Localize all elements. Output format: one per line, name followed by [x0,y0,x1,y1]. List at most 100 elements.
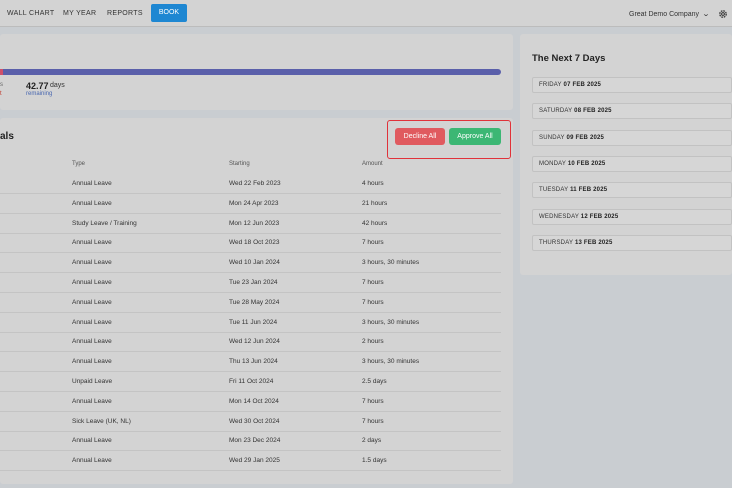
day-label: THURSDAY 13 FEB 2025 [539,240,613,246]
cell-amount: 21 hours [362,199,388,207]
day-date: 13 FEB 2025 [574,239,613,246]
table-row[interactable]: Annual Leave Tue 23 Jan 2024 7 hours [0,273,501,293]
day-weekday: MONDAY [539,160,566,167]
cell-type: Annual Leave [72,457,112,465]
day-label: FRIDAY 07 FEB 2025 [539,82,601,88]
day-date: 07 FEB 2025 [563,82,602,88]
cell-amount: 4 hours [362,180,384,187]
cell-starting: Wed 29 Jan 2025 [229,457,280,465]
day-item[interactable]: WEDNESDAY 12 FEB 2025 [532,208,732,225]
cell-starting: Wed 12 Jun 2024 [229,338,280,346]
approve-all-button[interactable]: Approve All [449,128,501,145]
day-date: 10 FEB 2025 [567,160,606,167]
cell-amount: 1.5 days [362,457,387,465]
cell-type: Annual Leave [72,279,112,286]
cell-amount: 7 hours [362,397,384,405]
day-date: 12 FEB 2025 [580,213,619,220]
day-item[interactable]: MONDAY 10 FEB 2025 [532,155,732,172]
cell-amount: 2 hours [362,338,384,346]
cell-type: Unpaid Leave [72,378,113,385]
column-header-starting: Starting [229,161,250,167]
cell-amount: 3 hours, 30 minutes [362,318,420,326]
table-row[interactable]: Annual Leave Mon 14 Oct 2024 7 hours [0,392,501,412]
allowance-progress-bar [0,69,501,75]
table-row[interactable]: Annual Leave Wed 22 Feb 2023 4 hours [0,174,501,194]
cell-starting: Wed 30 Oct 2024 [229,417,280,425]
column-header-amount: Amount [362,161,383,167]
day-label: WEDNESDAY 12 FEB 2025 [539,214,618,220]
table-row[interactable]: Annual Leave Mon 24 Apr 2023 21 hours [0,194,501,214]
approvals-title: als [0,131,14,142]
chevron-down-icon: ⌄ [701,11,711,18]
cell-amount: 2 days [362,437,382,445]
table-row[interactable]: Annual Leave Thu 13 Jun 2024 3 hours, 30 m… [0,352,501,373]
allowance-used-segment [0,69,3,75]
cell-starting: Tue 28 May 2024 [229,298,280,306]
day-item[interactable]: SATURDAY 08 FEB 2025 [532,103,732,120]
cell-type: Annual Leave [72,180,112,187]
table-row[interactable]: Annual Leave Mon 23 Dec 2024 2 days [0,431,501,452]
cell-type: Annual Leave [72,358,112,366]
table-row[interactable]: Sick Leave (UK, NL) Wed 30 Oct 2024 7 hour… [0,412,501,432]
cell-starting: Thu 13 Jun 2024 [229,358,278,366]
column-header-type: Type [72,161,86,167]
day-weekday: TUESDAY [539,187,569,194]
cell-starting: Mon 14 Oct 2024 [229,397,279,405]
cell-starting: Fri 11 Oct 2024 [229,378,274,385]
day-date: 08 FEB 2025 [574,108,612,115]
table-row[interactable]: Annual Leave Tue 28 May 2024 7 hours [0,293,501,313]
cell-amount: 42 hours [362,219,388,227]
nav-my-year[interactable]: MY YEAR [63,10,96,17]
day-label: SUNDAY 09 FEB 2025 [539,135,604,141]
company-name: Great Demo Company [629,11,700,18]
cell-type: Annual Leave [72,338,112,346]
top-nav: WALL CHART MY YEAR REPORTS BOOK Great De… [0,0,732,27]
day-item[interactable]: SUNDAY 09 FEB 2025 [532,129,732,146]
cell-amount: 7 hours [362,279,384,286]
day-label: TUESDAY 11 FEB 2025 [539,187,607,193]
cell-type: Annual Leave [72,239,112,247]
cell-starting: Tue 23 Jan 2024 [229,279,278,286]
day-item[interactable]: TUESDAY 11 FEB 2025 [532,182,732,199]
cell-amount: 3 hours, 30 minutes [362,259,420,267]
cell-starting: Wed 10 Jan 2024 [229,259,280,267]
nav-wall-chart[interactable]: WALL CHART [7,10,54,17]
cell-starting: Mon 24 Apr 2023 [229,199,279,207]
table-row[interactable]: Annual Leave Wed 18 Oct 2023 7 hours [0,233,501,254]
decline-all-button[interactable]: Decline All [395,128,445,145]
cell-starting: Mon 23 Dec 2024 [229,437,281,445]
cell-type: Study Leave / Training [72,219,137,227]
remaining-unit: days [50,82,65,89]
day-item[interactable]: FRIDAY 07 FEB 2025 [532,77,732,93]
table-row[interactable]: Annual Leave Wed 29 Jan 2025 1.5 days [0,451,501,472]
cell-amount: 2.5 days [362,378,387,385]
cell-amount: 7 hours [362,298,384,306]
day-weekday: WEDNESDAY [539,213,579,220]
table-row[interactable]: Annual Leave Wed 12 Jun 2024 2 hours [0,332,501,353]
cell-starting: Wed 18 Oct 2023 [229,239,280,247]
nav-reports[interactable]: REPORTS [107,10,143,17]
table-row[interactable]: Annual Leave Wed 10 Jan 2024 3 hours, 30 m… [0,253,501,274]
cell-starting: Mon 12 Jun 2023 [229,219,280,227]
cell-amount: 3 hours, 30 minutes [362,358,420,366]
cell-type: Sick Leave (UK, NL) [72,417,131,425]
day-weekday: SUNDAY [539,134,565,141]
cell-type: Annual Leave [72,298,112,306]
day-item[interactable]: THURSDAY 13 FEB 2025 [532,234,732,251]
table-row[interactable]: Unpaid Leave Fri 11 Oct 2024 2.5 days [0,372,501,392]
gear-icon[interactable] [718,9,728,19]
book-button[interactable]: BOOK [151,4,187,22]
table-row[interactable]: Annual Leave Tue 11 Jun 2024 3 hours, 30 m… [0,313,501,333]
day-weekday: THURSDAY [539,239,574,246]
day-weekday: SATURDAY [539,108,573,115]
summary-fragment-red: t [0,91,2,97]
summary-fragment: s [0,82,3,88]
day-date: 11 FEB 2025 [570,187,608,194]
cell-starting: Wed 22 Feb 2023 [229,180,281,187]
company-selector[interactable]: Great Demo Company ⌄ [629,10,711,18]
cell-type: Annual Leave [72,318,112,326]
day-label: SATURDAY 08 FEB 2025 [539,108,612,114]
cell-type: Annual Leave [72,397,112,405]
table-row[interactable]: Study Leave / Training Mon 12 Jun 2023 42 … [0,214,501,234]
cell-type: Annual Leave [72,199,112,207]
